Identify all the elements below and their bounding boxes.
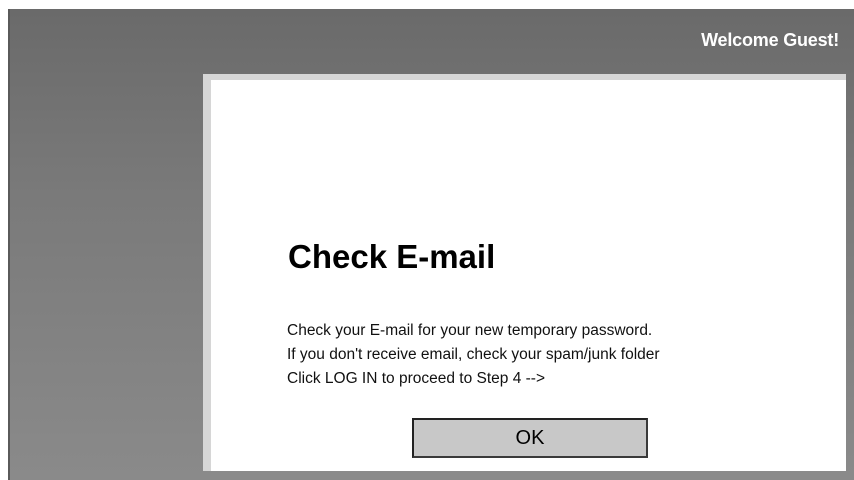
- page-title: Check E-mail: [288, 238, 496, 275]
- message-line-1: Check your E-mail for your new temporary…: [287, 322, 653, 339]
- message-line-2: If you don't receive email, check your s…: [287, 346, 660, 363]
- ok-button[interactable]: OK: [412, 418, 648, 458]
- content-panel: Check E-mail Check your E-mail for your …: [211, 80, 846, 471]
- message-line-3: Click LOG IN to proceed to Step 4 -->: [287, 370, 546, 387]
- welcome-text: Welcome Guest!: [701, 30, 839, 50]
- frame-edge: [8, 9, 10, 480]
